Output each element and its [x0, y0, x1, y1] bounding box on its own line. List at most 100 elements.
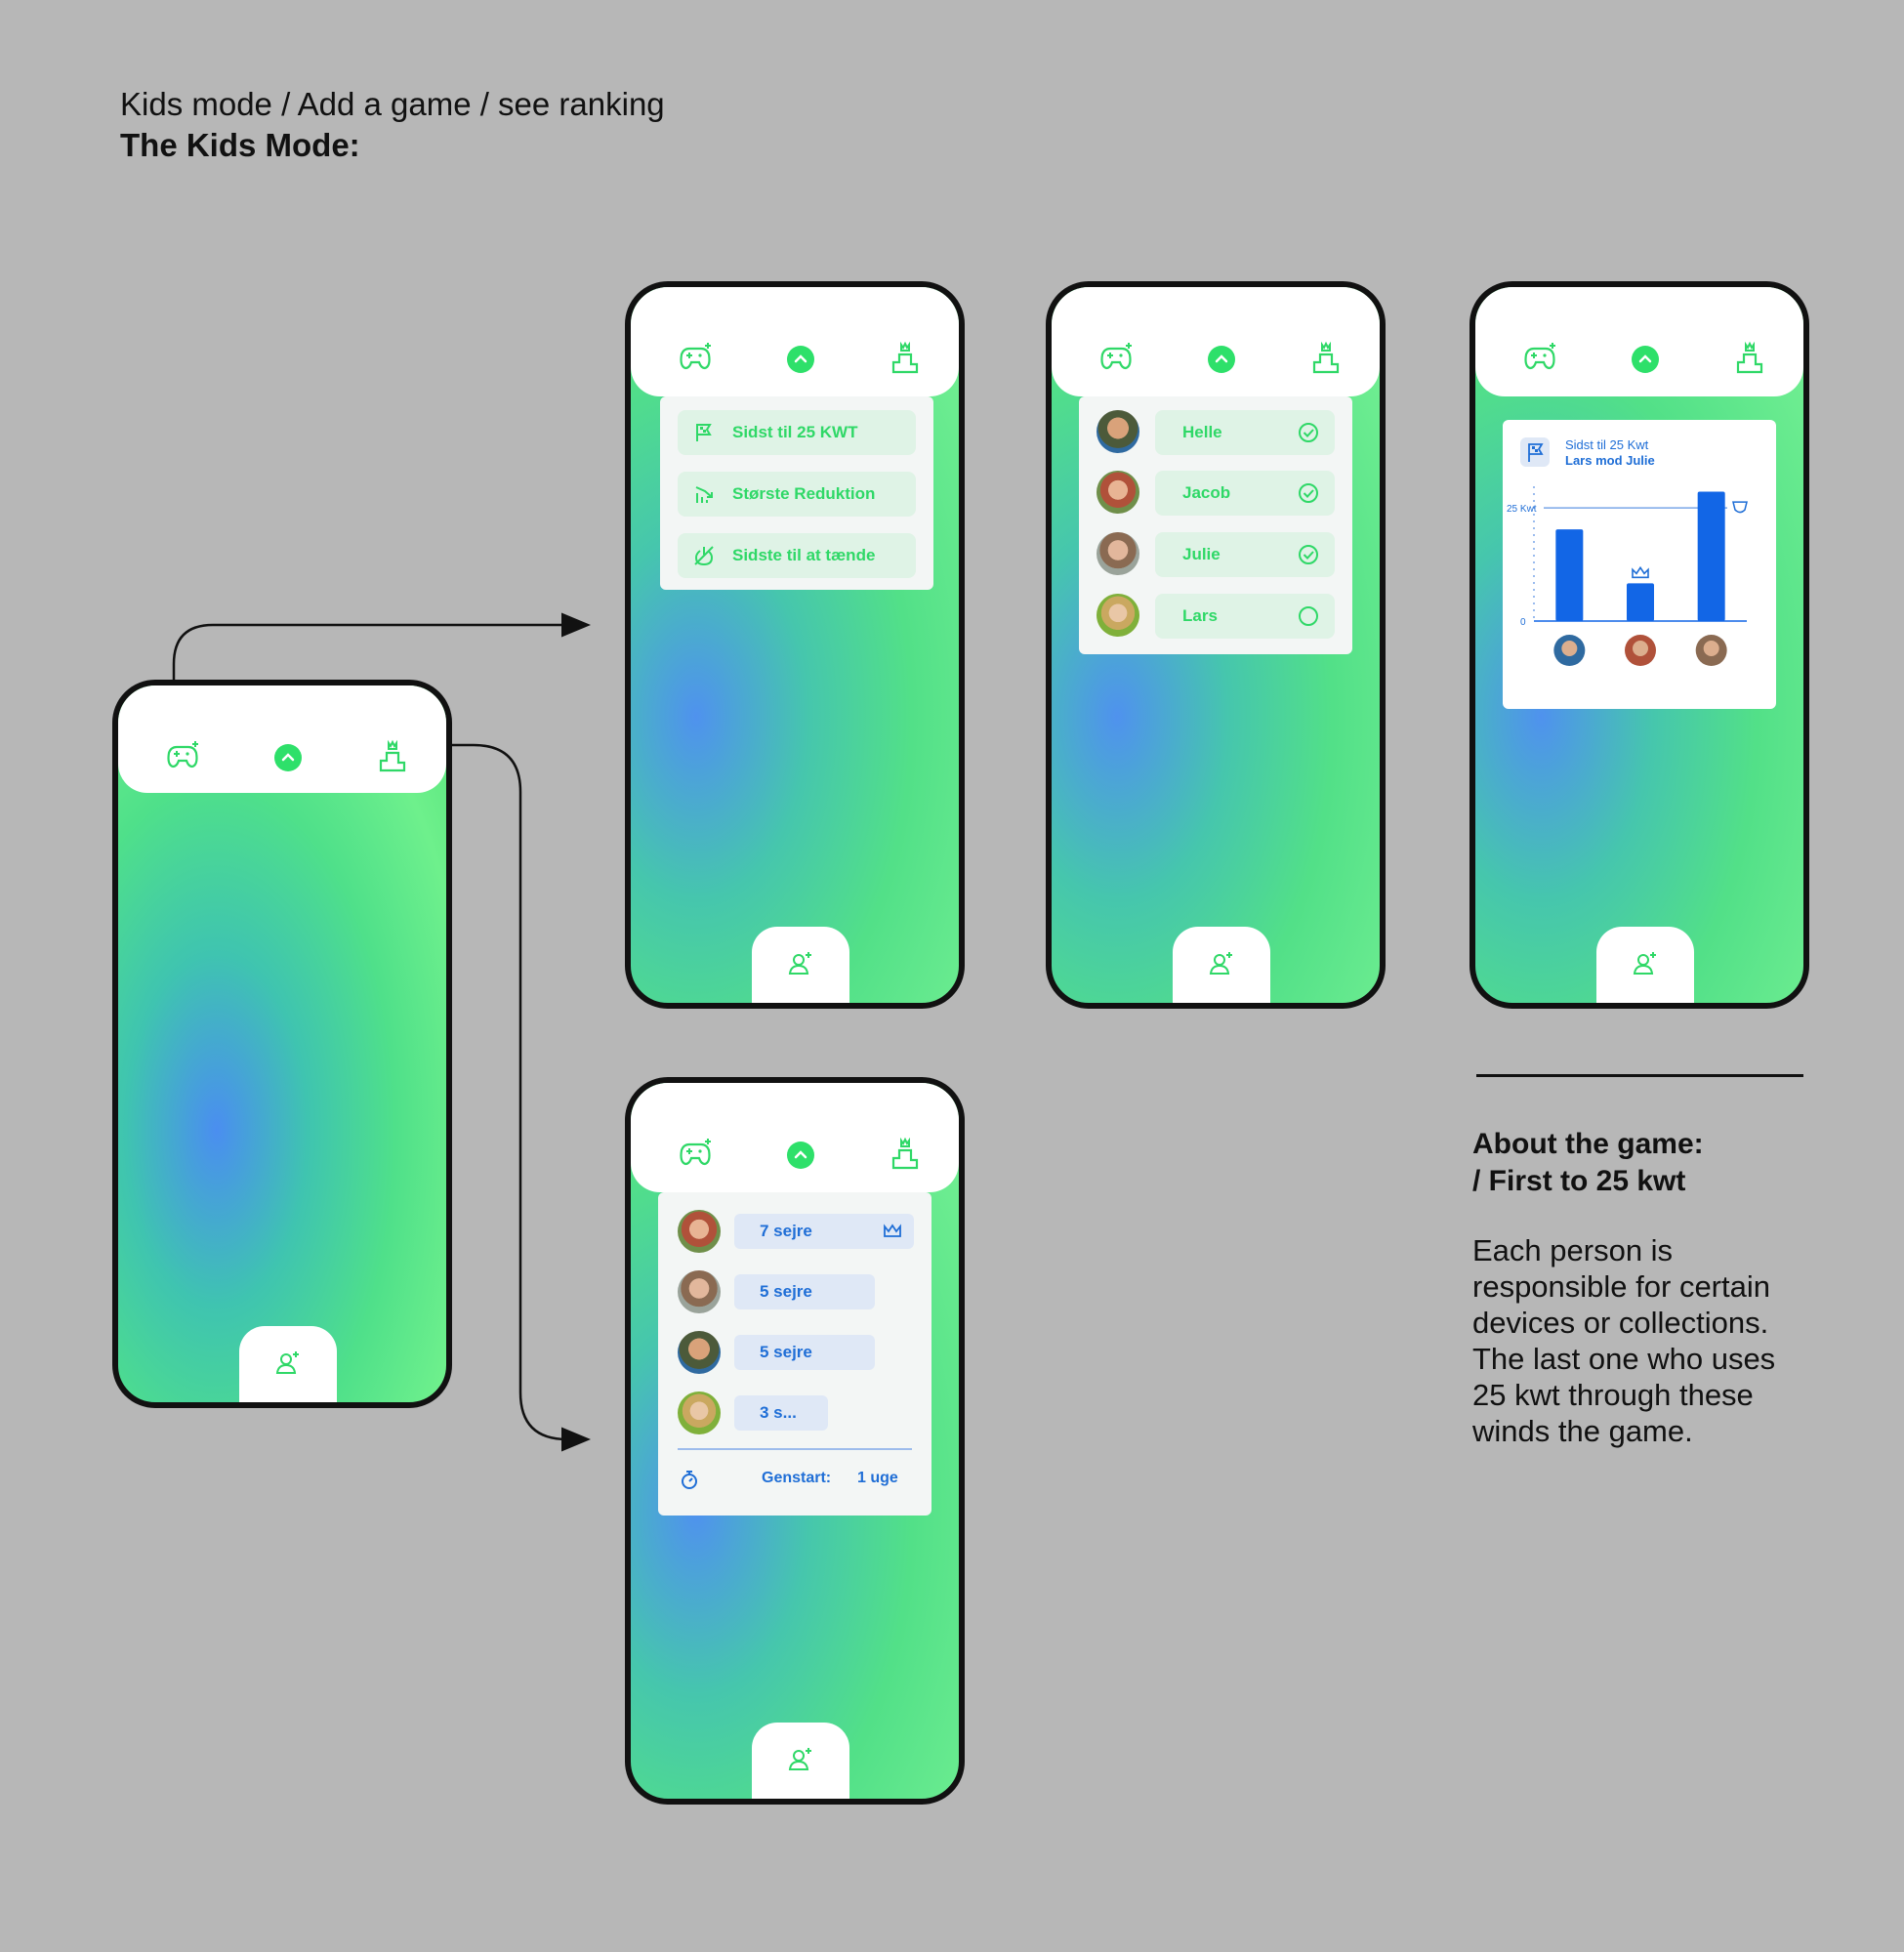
- wins-label: 5 sejre: [760, 1282, 812, 1301]
- phone-games: Sidst til 25 KWT Største Reduktion Sidst…: [625, 281, 965, 1009]
- crown-icon: [1632, 565, 1649, 579]
- game-option-largest-reduction[interactable]: Største Reduktion: [678, 472, 916, 517]
- avatar: [678, 1331, 721, 1374]
- ranking-row: 7 sejre: [734, 1214, 914, 1249]
- trophy-icon: [1732, 501, 1748, 514]
- top-bar: [1475, 287, 1803, 396]
- bar: [1627, 583, 1654, 621]
- ranking-podium-icon[interactable]: [886, 1137, 925, 1172]
- ranking-row: 5 sejre: [734, 1335, 875, 1370]
- chevron-up-icon: [281, 753, 295, 762]
- checkered-flag-icon: [696, 424, 712, 441]
- expand-up-button[interactable]: [274, 744, 302, 771]
- avatar-face: [1633, 641, 1648, 656]
- games-menu-card: Sidst til 25 KWT Største Reduktion Sidst…: [660, 396, 933, 590]
- avatar: [678, 1270, 721, 1313]
- about-body: Each person is responsible for certain d…: [1472, 1233, 1776, 1448]
- check-circle-icon[interactable]: [1298, 422, 1319, 443]
- player-row-lars[interactable]: Lars: [1155, 594, 1335, 639]
- player-row-helle[interactable]: Helle: [1155, 410, 1335, 455]
- avatar: [1097, 471, 1139, 514]
- chevron-up-icon: [794, 354, 807, 363]
- avatar: [1097, 410, 1139, 453]
- bar: [1697, 491, 1725, 621]
- add-game-icon[interactable]: [1520, 341, 1559, 376]
- game-option-first-to-25[interactable]: Sidst til 25 KWT: [678, 410, 916, 455]
- add-person-button[interactable]: [752, 1723, 849, 1799]
- player-name: Lars: [1182, 606, 1218, 625]
- top-bar: [1052, 287, 1380, 396]
- add-person-icon: [275, 1351, 299, 1374]
- check-circle-icon[interactable]: [1298, 482, 1319, 504]
- phone-ranking: 7 sejre 5 sejre 5 sejre 3 s... Genstart:…: [625, 1077, 965, 1805]
- ranking-podium-icon[interactable]: [1306, 341, 1345, 376]
- check-circle-icon[interactable]: [1298, 544, 1319, 565]
- phone-players: Helle Jacob Julie Lars: [1046, 281, 1386, 1009]
- add-person-button[interactable]: [1596, 927, 1694, 1003]
- add-game-icon[interactable]: [1097, 341, 1136, 376]
- expand-up-button[interactable]: [1632, 346, 1659, 373]
- top-bar: [118, 685, 446, 793]
- expand-up-button[interactable]: [787, 1142, 814, 1169]
- about-heading-line1: About the game:: [1472, 1128, 1704, 1160]
- bar-decline-icon: [695, 486, 713, 503]
- crown-icon: [884, 1224, 901, 1237]
- player-name: Julie: [1182, 545, 1221, 563]
- restart-value: 1 uge: [857, 1470, 898, 1486]
- add-game-icon[interactable]: [676, 1137, 715, 1172]
- avatar: [678, 1391, 721, 1434]
- wins-label: 5 sejre: [760, 1343, 812, 1361]
- game-chart-card: Sidst til 25 Kwt Lars mod Julie 25 Kwt 0: [1503, 420, 1776, 709]
- add-person-button[interactable]: [239, 1326, 337, 1402]
- ranking-podium-icon[interactable]: [373, 739, 412, 774]
- stopwatch-icon: [682, 1471, 697, 1489]
- chevron-up-icon: [1215, 354, 1228, 363]
- expand-up-button[interactable]: [1208, 346, 1235, 373]
- avatar: [1097, 532, 1139, 575]
- chevron-up-icon: [794, 1150, 807, 1159]
- avatar: [1097, 594, 1139, 637]
- player-row-julie[interactable]: Julie: [1155, 532, 1335, 577]
- power-off-icon: [694, 546, 714, 566]
- avatar-face: [1561, 641, 1578, 656]
- wins-label: 3 s...: [760, 1403, 797, 1422]
- phone-game-chart: Sidst til 25 Kwt Lars mod Julie 25 Kwt 0: [1469, 281, 1809, 1009]
- add-person-button[interactable]: [752, 927, 849, 1003]
- game-matchup: Lars mod Julie: [1565, 453, 1655, 468]
- empty-circle-icon[interactable]: [1298, 605, 1319, 627]
- player-name: Helle: [1182, 423, 1222, 441]
- phone-home: [112, 680, 452, 1408]
- add-game-icon[interactable]: [163, 739, 202, 774]
- bar: [1555, 529, 1584, 621]
- top-bar: [631, 1083, 959, 1192]
- players-card: Helle Jacob Julie Lars: [1079, 396, 1352, 654]
- avatar: [678, 1210, 721, 1253]
- game-badge: [1520, 437, 1550, 467]
- player-row-jacob[interactable]: Jacob: [1155, 471, 1335, 516]
- expand-up-button[interactable]: [787, 346, 814, 373]
- chevron-up-icon: [1638, 354, 1652, 363]
- add-person-icon: [1633, 952, 1656, 975]
- add-person-icon: [788, 952, 811, 975]
- add-game-icon[interactable]: [676, 341, 715, 376]
- target-label: 25 Kwt: [1507, 504, 1537, 515]
- game-title: Sidst til 25 Kwt: [1565, 437, 1649, 452]
- top-bar: [631, 287, 959, 396]
- game-option-label: Sidste til at tænde: [732, 546, 876, 564]
- about-heading: About the game: / First to 25 kwt: [1472, 1126, 1704, 1200]
- avatar-face: [1703, 641, 1719, 656]
- ranking-podium-icon[interactable]: [886, 341, 925, 376]
- ranking-row: 5 sejre: [734, 1274, 875, 1309]
- section-divider: [1476, 1074, 1803, 1077]
- ranking-row: 3 s...: [734, 1395, 828, 1431]
- player-name: Jacob: [1182, 483, 1231, 502]
- ranking-podium-icon[interactable]: [1730, 341, 1769, 376]
- add-person-icon: [1209, 952, 1232, 975]
- add-person-icon: [788, 1748, 811, 1770]
- about-heading-line2: / First to 25 kwt: [1472, 1165, 1686, 1197]
- game-option-last-to-turn-on[interactable]: Sidste til at tænde: [678, 533, 916, 578]
- checkered-flag-icon: [1528, 443, 1544, 462]
- add-person-button[interactable]: [1173, 927, 1270, 1003]
- game-option-label: Største Reduktion: [732, 484, 876, 503]
- ranking-card: 7 sejre 5 sejre 5 sejre 3 s... Genstart:…: [658, 1192, 931, 1516]
